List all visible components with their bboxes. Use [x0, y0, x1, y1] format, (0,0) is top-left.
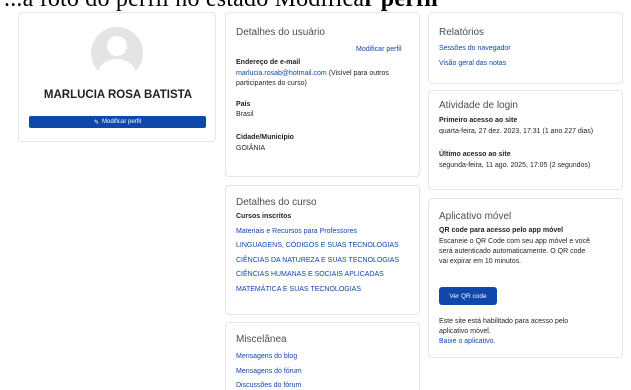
avatar-icon	[91, 27, 143, 79]
qr-description-line: vai expirar em 10 minutos.	[439, 258, 522, 265]
course-link[interactable]: CIÊNCIAS HUMANAS E SOCIAIS APLICADAS	[236, 270, 384, 280]
enrolled-courses-label: Cursos inscritos	[236, 213, 292, 220]
forum-discussions-link[interactable]: Discussões do fórum	[236, 381, 301, 390]
course-link[interactable]: MATEMÁTICA E SUAS TECNOLOGIAS	[236, 285, 361, 295]
forum-posts-link[interactable]: Mensagens do fórum	[236, 367, 302, 377]
email-link[interactable]: marlucia.rosab@hotmail.com	[236, 70, 327, 77]
course-link[interactable]: LINGUAGENS, CÓDIGOS E SUAS TECNOLOGIAS	[236, 241, 399, 251]
reports-title: Relatórios	[439, 27, 485, 38]
mobile-app-title: Aplicativo móvel	[439, 211, 512, 222]
city-label: Cidade/Município	[236, 134, 294, 141]
pencil-square-icon: ✎	[93, 119, 99, 126]
qr-description-line: será autenticado automaticamente. O QR c…	[439, 248, 586, 255]
browser-sessions-link[interactable]: Sessões do navegador	[439, 44, 511, 54]
user-details-card: Detalhes do usuário Modificar perfil End…	[225, 12, 420, 177]
user-details-title: Detalhes do usuário	[236, 27, 325, 38]
qr-description-line: Escaneie o QR Code com seu app móvel e v…	[439, 238, 590, 245]
app-enabled-note: Este site está habilitado para acesso pe…	[439, 318, 569, 325]
first-access-value: quarta-feira, 27 dez. 2023, 17:31 (1 ano…	[439, 128, 594, 135]
course-link[interactable]: CIÊNCIAS DA NATUREZA E SUAS TECNOLOGIAS	[236, 256, 399, 266]
email-label: Endereço de e-mail	[236, 59, 301, 66]
edit-profile-button-label: Modificar perfil	[102, 119, 142, 125]
profile-full-name: MARLUCIA ROSA BATISTA	[43, 89, 193, 101]
caption-normal: ...a foto do perfil no estado Modifica	[4, 0, 364, 12]
edit-profile-button[interactable]: ✎ Modificar perfil	[29, 116, 206, 128]
login-activity-card: Atividade de login Primeiro acesso ao si…	[428, 90, 623, 190]
course-link[interactable]: Materiais e Recursos para Professores	[236, 227, 357, 237]
last-access-value: segunda-feira, 11 ago. 2025, 17:05 (2 se…	[439, 162, 591, 169]
city-value: GOIÂNIA	[236, 145, 266, 152]
grades-overview-link[interactable]: Visão geral das notas	[439, 59, 506, 69]
caption-bold: r perfil	[364, 0, 438, 12]
login-activity-title: Atividade de login	[439, 100, 518, 111]
email-visibility-note: (Visível para outros	[326, 70, 389, 77]
profile-card: MARLUCIA ROSA BATISTA ✎ Modificar perfil	[18, 12, 216, 142]
email-visibility-note-2: participantes do curso)	[236, 80, 307, 87]
qr-code-label: QR code para acesso pelo app móvel	[439, 227, 564, 234]
mobile-app-card: Aplicativo móvel QR code para acesso pel…	[428, 198, 623, 358]
download-app-link[interactable]: Baixe o aplicativo.	[439, 337, 495, 347]
course-details-title: Detalhes do curso	[236, 197, 317, 208]
view-qr-code-button[interactable]: Ver QR code	[439, 287, 497, 305]
country-value: Brasil	[236, 111, 254, 118]
email-row: marlucia.rosab@hotmail.com (Visível para…	[236, 69, 416, 79]
country-label: País	[236, 101, 251, 108]
blog-posts-link[interactable]: Mensagens do blog	[236, 352, 297, 362]
misc-card: Miscelânea Mensagens do blog Mensagens d…	[225, 322, 420, 390]
first-access-label: Primeiro acesso ao site	[439, 117, 518, 124]
user-details-edit-link[interactable]: Modificar perfil	[356, 45, 402, 55]
misc-title: Miscelânea	[236, 334, 287, 345]
app-enabled-note-2: aplicativo móvel.	[439, 328, 491, 335]
course-details-card: Detalhes do curso Cursos inscritos Mater…	[225, 185, 420, 315]
reports-card: Relatórios Sessões do navegador Visão ge…	[428, 12, 623, 84]
last-access-label: Último acesso ao site	[439, 151, 511, 158]
